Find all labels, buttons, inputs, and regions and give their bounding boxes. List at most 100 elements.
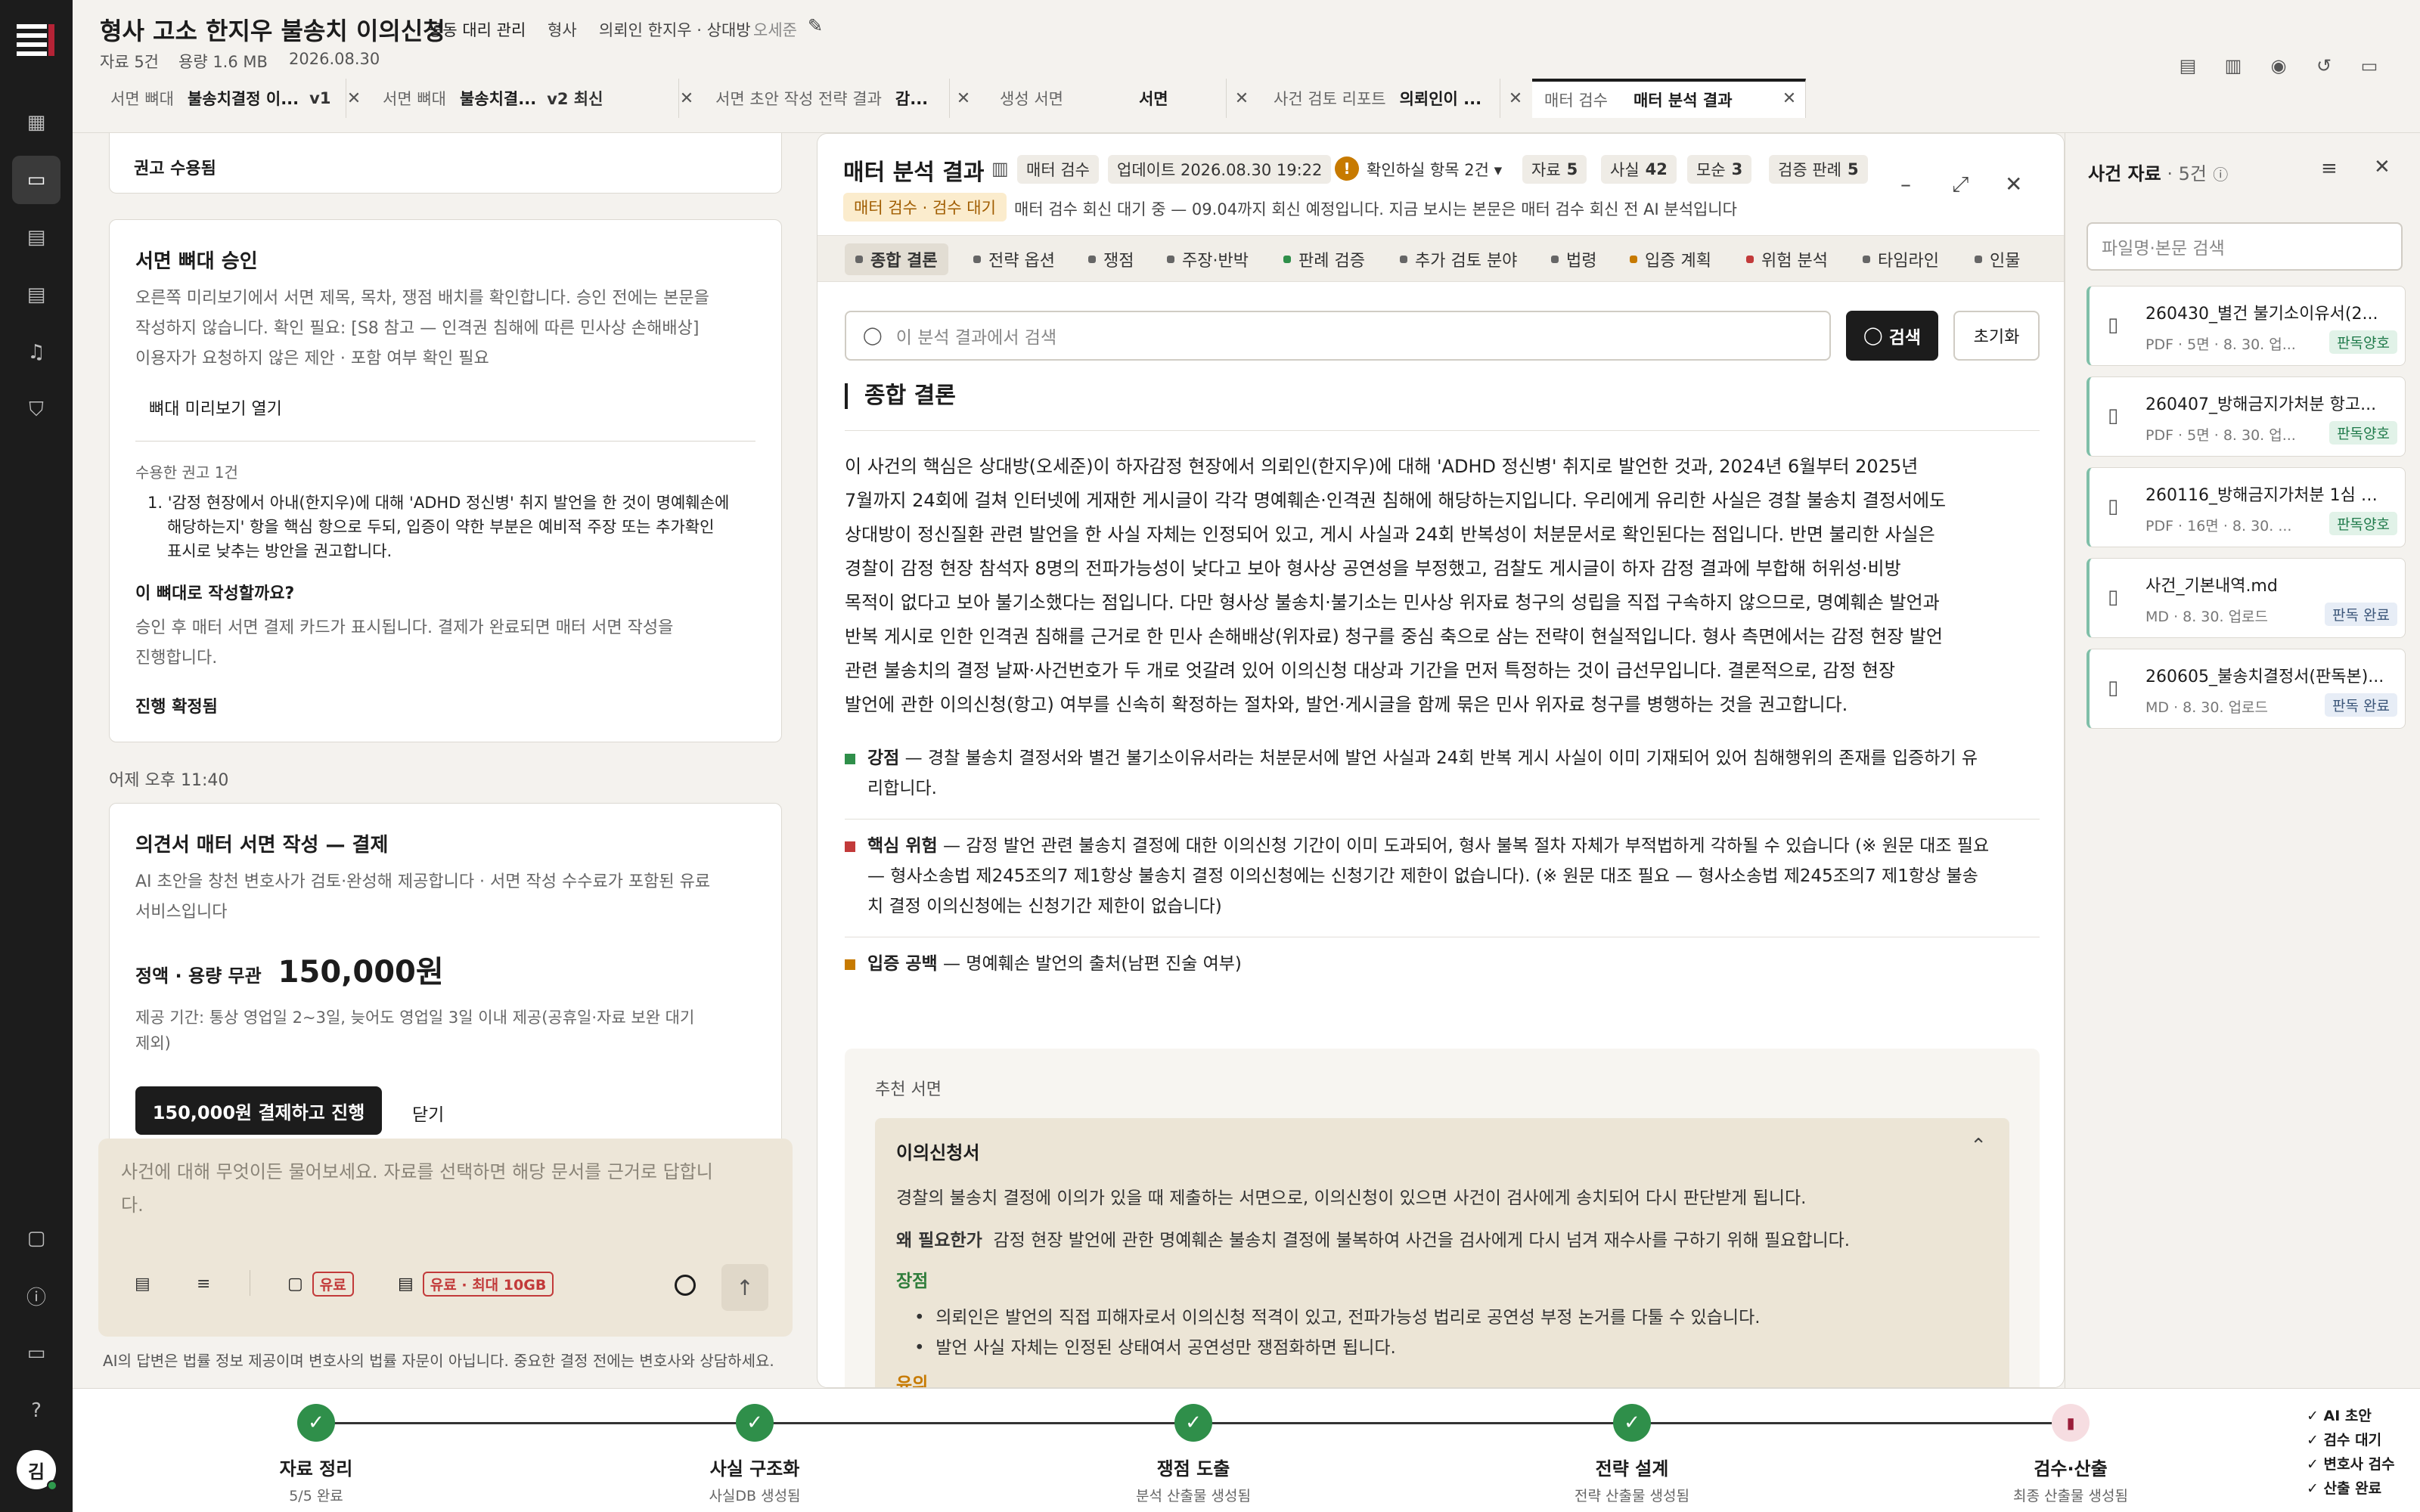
status-badge: 판독양호 [2329,330,2397,354]
close-icon[interactable]: ✕ [2005,172,2022,197]
send-button[interactable]: ↑ [721,1264,768,1311]
file-list-icon[interactable]: ▤ [21,280,51,310]
search-button[interactable]: ◯ 검색 [1846,311,1938,361]
folder-open-icon[interactable]: ▭ [2356,53,2382,79]
tab-conclusion[interactable]: 종합 결론 [845,243,948,275]
list-item[interactable]: ▯ 260116_방해금지가처분 1심 기... PDF · 16면 · 8. … [2086,467,2406,547]
page-title: 형사 고소 한지우 불송치 이의신청 [100,17,445,45]
paid-storage-toggle[interactable]: ▤ 유료 · 최대 10GB [398,1272,554,1297]
accepted-card: 권고 수용됨 [109,133,782,194]
close-button[interactable]: 닫기 [412,1100,444,1126]
pending-items[interactable]: 확인하실 항목 2건 ▾ [1367,158,1502,181]
divider [845,819,2040,820]
check-icon: ✓ [297,1404,335,1442]
close-icon[interactable]: ✕ [1774,79,1804,118]
badge-files: 자료 5 [1522,155,1587,184]
rec-why: 왜 필요한가 감정 현장 발언에 관한 명예훼손 불송치 결정에 불복하여 사건… [896,1231,1851,1250]
review-status-badge: 매터 검수 · 검수 대기 [843,193,1007,222]
tab-review-report[interactable]: 사건 검토 리포트 의뢰인이 ... [1274,79,1500,118]
case-type: 형사 [548,21,577,39]
shield-icon[interactable]: ⛉ [21,395,51,425]
close-icon[interactable]: ✕ [2374,156,2391,178]
close-icon[interactable]: ✕ [672,79,702,118]
doc-search-icon[interactable]: ≡ [197,1275,210,1294]
bell-icon[interactable]: ♫ [21,337,51,367]
card-desc: AI 초안을 창천 변호사가 검토·완성해 제공합니다 · 서면 작성 수수료가… [135,872,711,922]
list-item[interactable]: ▯ 260605_불송치결정서(판독본)... MD · 8. 30. 업로드 … [2086,649,2406,729]
tab-proof-plan[interactable]: 입증 계획 [1630,243,1711,275]
pay-button[interactable]: 150,000원 결제하고 진행 [135,1086,382,1135]
paid-chat-toggle[interactable]: ▢ 유료 [287,1272,354,1297]
attach-file-icon[interactable]: ▤ [135,1275,150,1294]
tab-timeline[interactable]: 타임라인 [1863,243,1939,275]
tab-generated-doc[interactable]: 생성 서면 서면 [1000,79,1227,118]
history-icon[interactable]: ↺ [2311,53,2337,79]
tab-case-check[interactable]: 판례 검증 [1283,243,1365,275]
play-icon[interactable]: ◉ [2266,53,2291,79]
tab-matter-review[interactable]: 매터 검수 매터 분석 결과 [1532,79,1806,118]
card-icon[interactable]: ▭ [21,1338,51,1368]
open-preview-button[interactable]: 뼈대 미리보기 열기 [149,395,282,420]
chevron-up-icon[interactable]: ⌃ [1970,1135,1987,1157]
chart-icon: ▥ [991,158,1009,179]
section-title: 종합 결론 [845,383,956,409]
step-review[interactable]: ▮ 검수·산출 최종 산출물 생성됨 [1957,1404,2184,1505]
info-icon[interactable]: ⓘ [21,1281,51,1311]
document-icon[interactable]: ▤ [21,222,51,253]
help-icon[interactable]: ? [21,1396,51,1426]
minimize-icon[interactable]: – [1900,172,1911,197]
file-search-input[interactable]: 파일명·본문 검색 [2086,222,2403,271]
sort-icon[interactable]: ≡ [2321,157,2338,180]
list-item[interactable]: ▯ 260407_방해금지가처분 항고... PDF · 5면 · 8. 30.… [2086,376,2406,457]
check-icon: ✓ [736,1404,774,1442]
opponent-name: 오세준 [753,21,797,39]
check-icon: ✓ [1174,1404,1212,1442]
tab-statutes[interactable]: 법령 [1551,243,1596,275]
badge-updated: 업데이트 2026.08.30 19:22 [1108,155,1332,184]
document-icon: ▮ [2052,1404,2090,1442]
tab-additional[interactable]: 추가 검토 분야 [1400,243,1517,275]
tab-strategy[interactable]: 전략 옵션 [973,243,1055,275]
close-icon[interactable]: ✕ [339,79,369,118]
close-icon[interactable]: ✕ [948,79,979,118]
report-icon[interactable]: ▤ [2175,53,2201,79]
list-item: • 발언 사실 자체는 인정된 상태여서 공연성만 쟁점화하면 됩니다. [914,1338,1396,1358]
tab-risk[interactable]: 위험 분석 [1746,243,1828,275]
list-item[interactable]: ▯ 사건_기본내역.md MD · 8. 30. 업로드 판독 완료 [2086,558,2406,638]
tab-draft-strategy[interactable]: 서면 초안 작성 전략 결과 감... [715,79,950,118]
step-organize[interactable]: ✓ 자료 정리 5/5 완료 [203,1404,430,1505]
tab-skeleton-v2[interactable]: 서면 뼈대 불송치결... v2 최신 [383,79,679,118]
folder-icon[interactable]: ▭ [12,156,60,204]
tab-arguments[interactable]: 주장·반박 [1167,243,1249,275]
edit-icon[interactable]: ✎ [808,15,823,36]
clipboard-icon[interactable]: ▥ [2220,53,2246,79]
chat-icon[interactable]: ▢ [21,1223,51,1253]
disclaimer: AI의 답변은 법률 정보 제공이며 변호사의 법률 자문이 아닙니다. 중요한… [103,1352,774,1370]
step-structure[interactable]: ✓ 사실 구조화 사실DB 생성됨 [641,1404,868,1505]
tab-issues[interactable]: 쟁점 [1088,243,1134,275]
close-icon[interactable]: ✕ [1500,79,1531,118]
dashboard-icon[interactable]: ▦ [21,107,51,138]
list-item: 1. '감정 현장에서 아내(한지우)에 대해 'ADHD 정신병' 취지 발언… [147,494,730,560]
list-item[interactable]: ▯ 260430_별건 불기소이유서(2... PDF · 5면 · 8. 30… [2086,286,2406,366]
chat-composer[interactable]: 사건에 대해 무엇이든 물어보세요. 자료를 선택하면 해당 문서를 근거로 답… [98,1139,793,1337]
status-ring-icon [675,1275,696,1296]
close-icon[interactable]: ✕ [1227,79,1257,118]
badge-facts: 사실 42 [1601,155,1677,184]
agency-label: 공동 대리 관리 [428,21,526,39]
step-strategy[interactable]: ✓ 전략 설계 전략 산출물 생성됨 [1519,1404,1745,1505]
status-badge: 판독 완료 [2325,693,2397,717]
confirmed-label: 진행 확정됨 [135,698,218,717]
app-logo-icon[interactable] [14,20,59,62]
info-icon[interactable]: ⓘ [2213,166,2228,184]
expand-icon[interactable]: ⤢ [1952,172,1969,197]
timestamp: 어제 오후 11:40 [109,771,229,790]
skeleton-approval-card: 서면 뼈대 승인 오른쪽 미리보기에서 서면 제목, 목차, 쟁점 배치를 확인… [109,219,782,742]
tab-skeleton-v1[interactable]: 서면 뼈대 불송치결정 이... v1 [110,79,346,118]
step-issues[interactable]: ✓ 쟁점 도출 분석 산출물 생성됨 [1080,1404,1307,1505]
analysis-search-input[interactable]: ◯ 이 분석 결과에서 검색 [845,311,1831,361]
rec-card[interactable]: 이의신청서 ⌃ 경찰의 불송치 결정에 이의가 있을 때 제출하는 서면으로, … [875,1118,2009,1387]
list-item: • 의뢰인은 발언의 직접 피해자로서 이의신청 적격이 있고, 전파가능성 법… [914,1308,1761,1328]
tab-people[interactable]: 인물 [1975,243,2020,275]
reset-button[interactable]: 초기화 [1953,311,2040,361]
